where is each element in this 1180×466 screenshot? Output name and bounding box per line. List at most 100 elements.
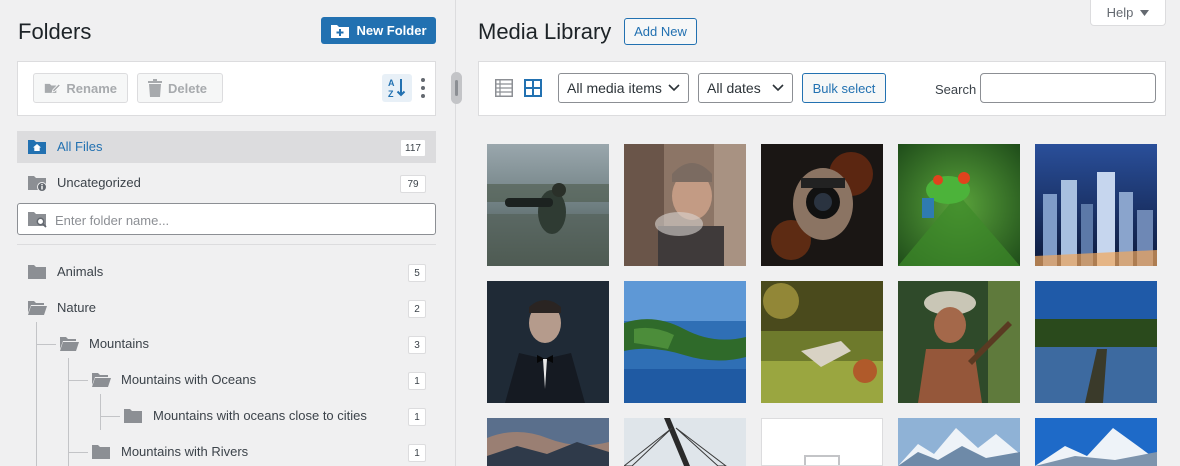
date-filter-select[interactable]: All dates [698, 73, 793, 103]
grid-view-icon[interactable] [524, 79, 542, 97]
tree-frog-image [898, 144, 1020, 266]
snowy-mountains-image [898, 418, 1020, 466]
new-folder-button[interactable]: New Folder [321, 17, 436, 44]
chevron-down-icon [668, 84, 680, 92]
panel-resize-handle[interactable] [451, 72, 462, 104]
rename-button[interactable]: Rename [33, 73, 128, 103]
folder-count: 2 [408, 300, 426, 318]
folder-label: Mountains with Oceans [121, 372, 257, 387]
divider [17, 244, 436, 245]
folder-icon [92, 445, 110, 459]
caret-down-icon [1140, 9, 1150, 16]
media-thumbnail[interactable] [487, 418, 609, 466]
folder-label: All Files [57, 139, 103, 154]
folder-open-icon [60, 337, 79, 351]
man-on-grass-image [761, 281, 883, 403]
more-options-icon[interactable] [417, 78, 429, 98]
list-view-icon[interactable] [495, 79, 513, 97]
media-thumbnail[interactable] [898, 281, 1020, 403]
folder-icon [28, 265, 46, 279]
media-thumbnail[interactable] [624, 144, 746, 266]
city-skyline-image [1035, 144, 1157, 266]
folder-count: 79 [400, 175, 426, 193]
folder-label: Animals [57, 264, 104, 279]
svg-text:A: A [388, 78, 395, 88]
folder-mountains-with-rivers[interactable]: Mountains with Rivers 1 [17, 436, 436, 466]
man-with-smoke-image [624, 144, 746, 266]
uncategorized-folder-icon [28, 176, 47, 192]
media-thumbnail[interactable] [624, 418, 746, 466]
folder-icon [124, 409, 142, 423]
folder-search-icon [28, 212, 47, 228]
folder-label: Mountains with oceans close to cities [153, 408, 367, 423]
farmer-with-hat-image [898, 281, 1020, 403]
media-type-select[interactable]: All media items [558, 73, 689, 103]
folder-all-files[interactable]: All Files 117 [17, 131, 436, 163]
page-title: Media Library [478, 19, 612, 44]
media-thumbnail[interactable] [487, 281, 609, 403]
folder-animals[interactable]: Animals 5 [17, 256, 436, 288]
folder-count: 3 [408, 336, 426, 354]
help-button[interactable]: Help [1090, 0, 1166, 26]
folder-mountains-oceans-cities[interactable]: Mountains with oceans close to cities 1 [17, 400, 436, 432]
media-toolbar: All media items All dates Bulk select Se… [478, 61, 1166, 116]
folder-uncategorized[interactable]: Uncategorized 79 [17, 167, 436, 199]
chevron-down-icon [772, 84, 784, 92]
mountain-peak-image [1035, 418, 1157, 466]
search-label: Search [935, 82, 977, 97]
green-coast-mountains-image [624, 281, 746, 403]
media-thumbnail[interactable] [487, 144, 609, 266]
help-label: Help [1106, 5, 1134, 20]
trash-icon [148, 79, 162, 97]
folder-count: 1 [408, 408, 426, 426]
media-thumbnail[interactable] [761, 281, 883, 403]
photographer-lake-image [487, 144, 609, 266]
folder-name-input[interactable] [55, 210, 415, 230]
date-filter-value: All dates [707, 80, 761, 96]
new-folder-icon [331, 24, 350, 38]
media-thumbnail[interactable] [624, 281, 746, 403]
bulk-select-button[interactable]: Bulk select [802, 73, 886, 103]
folder-count: 117 [400, 139, 426, 157]
man-in-tuxedo-image [487, 281, 609, 403]
sort-alpha-icon: A Z [388, 78, 406, 99]
media-thumbnail[interactable] [1035, 281, 1157, 403]
folder-nature[interactable]: Nature 2 [17, 292, 436, 324]
svg-text:Z: Z [388, 89, 394, 99]
bridge-image [624, 418, 746, 466]
rename-icon [44, 83, 61, 93]
folders-panel: Folders New Folder Rename Delete A Z All… [0, 0, 456, 466]
folders-title: Folders [18, 19, 92, 44]
new-folder-label: New Folder [356, 23, 427, 38]
media-thumbnail[interactable] [1035, 418, 1157, 466]
folder-label: Mountains [89, 336, 149, 351]
folder-count: 1 [408, 372, 426, 390]
folder-count: 5 [408, 264, 426, 282]
folder-label: Nature [57, 300, 97, 315]
sunset-sky-image [487, 418, 609, 466]
folder-label: Mountains with Rivers [121, 444, 249, 459]
folder-mountains-with-oceans[interactable]: Mountains with Oceans 1 [17, 364, 436, 396]
rename-label: Rename [66, 80, 117, 96]
folder-count: 1 [408, 444, 426, 462]
document-icon [804, 455, 840, 465]
home-folder-icon [28, 140, 46, 154]
folder-mountains[interactable]: Mountains 3 [17, 328, 436, 360]
delete-button[interactable]: Delete [137, 73, 223, 103]
folder-toolbar: Rename Delete A Z [17, 61, 436, 116]
camera-fire-image [761, 144, 883, 266]
add-new-button[interactable]: Add New [624, 18, 697, 45]
media-thumbnail[interactable] [898, 418, 1020, 466]
folder-label: Uncategorized [57, 175, 141, 190]
media-thumbnail[interactable] [898, 144, 1020, 266]
folder-open-icon [92, 373, 111, 387]
folder-open-icon [28, 301, 47, 315]
media-search-input[interactable] [980, 73, 1156, 103]
media-thumbnail[interactable] [1035, 144, 1157, 266]
media-thumbnail-document[interactable] [761, 418, 883, 466]
media-thumbnail[interactable] [761, 144, 883, 266]
sort-button[interactable]: A Z [382, 74, 412, 102]
folder-search-field[interactable] [17, 203, 436, 235]
delete-label: Delete [168, 80, 208, 96]
river-boat-image [1035, 281, 1157, 403]
